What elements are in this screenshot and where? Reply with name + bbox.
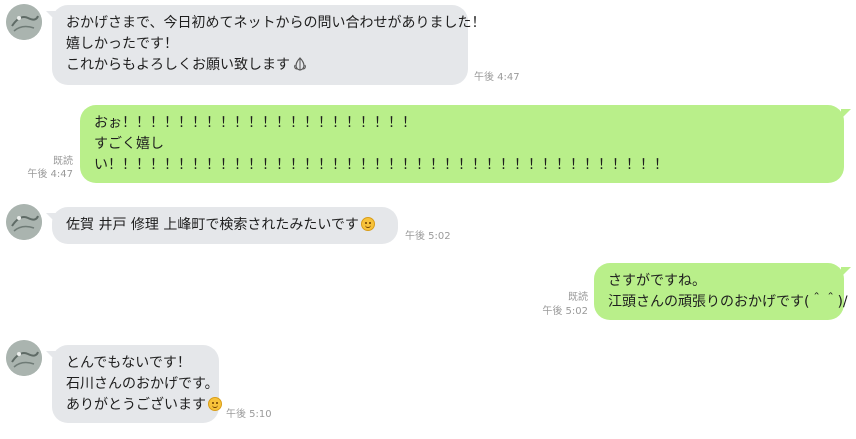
read-receipt: 既読: [53, 156, 73, 167]
message-text: とんでもないです！: [66, 355, 191, 371]
message-text: おぉ！！！！！！！！！！！！！！！！！！！！！: [94, 115, 416, 131]
message-text: い！！！！！！！！！！！！！！！！！！！！！！！！！！！！！！！！！！！！！！！…: [94, 157, 668, 173]
message-line: これからもよろしくお願い致します: [66, 55, 454, 76]
contact-avatar[interactable]: [6, 340, 42, 376]
message-text: これからもよろしくお願い致します: [66, 57, 290, 73]
message-text: 佐賀 井戸 修理 上峰町で検索されたみたいです: [66, 217, 359, 233]
message-text: おかげさまで、今日初めてネットからの問い合わせがありました！: [66, 15, 486, 31]
message-text: すごく嬉し: [94, 136, 164, 152]
message-bubble-incoming[interactable]: とんでもないです！ 石川さんのおかげです。 ありがとうございます: [46, 345, 222, 423]
message-time: 午後 4:47: [27, 169, 73, 180]
message-bubble-incoming[interactable]: おかげさまで、今日初めてネットからの問い合わせがありました！ 嬉しかったです！ …: [46, 5, 486, 85]
message-bubble-incoming[interactable]: 佐賀 井戸 修理 上峰町で検索されたみたいです: [46, 207, 398, 244]
message-time: 午後 5:02: [542, 306, 588, 317]
message-line: 佐賀 井戸 修理 上峰町で検索されたみたいです: [66, 215, 384, 236]
avatar-image: [6, 4, 42, 40]
message-text: 石川さんのおかげです。: [66, 376, 219, 392]
avatar-image: [6, 340, 42, 376]
contact-avatar[interactable]: [6, 204, 42, 240]
praying-hands-icon: [294, 57, 306, 71]
read-receipt: 既読: [568, 292, 588, 303]
contact-avatar[interactable]: [6, 4, 42, 40]
message-time: 午後 5:02: [405, 231, 451, 242]
message-line: ありがとうございます: [66, 395, 222, 416]
message-text: ありがとうございます: [66, 397, 206, 413]
message-text: さすがですね。: [608, 273, 706, 289]
message-bubble-outgoing[interactable]: さすがですね。 江頭さんの頑張りのおかげです(＾＾)/: [594, 263, 851, 320]
message-time: 午後 4:47: [474, 72, 520, 83]
smile-icon: [208, 397, 222, 411]
message-text: 江頭さんの頑張りのおかげです(＾＾)/: [608, 294, 848, 310]
avatar-image: [6, 204, 42, 240]
message-text: 嬉しかったです！: [66, 36, 178, 52]
smile-icon: [360, 217, 375, 231]
message-bubble-outgoing[interactable]: おぉ！！！！！！！！！！！！！！！！！！！！！ すごく嬉し い！！！！！！！！！…: [80, 105, 851, 183]
message-time: 午後 5:10: [226, 409, 272, 420]
chat-log: おかげさまで、今日初めてネットからの問い合わせがありました！ 嬉しかったです！ …: [0, 0, 856, 439]
